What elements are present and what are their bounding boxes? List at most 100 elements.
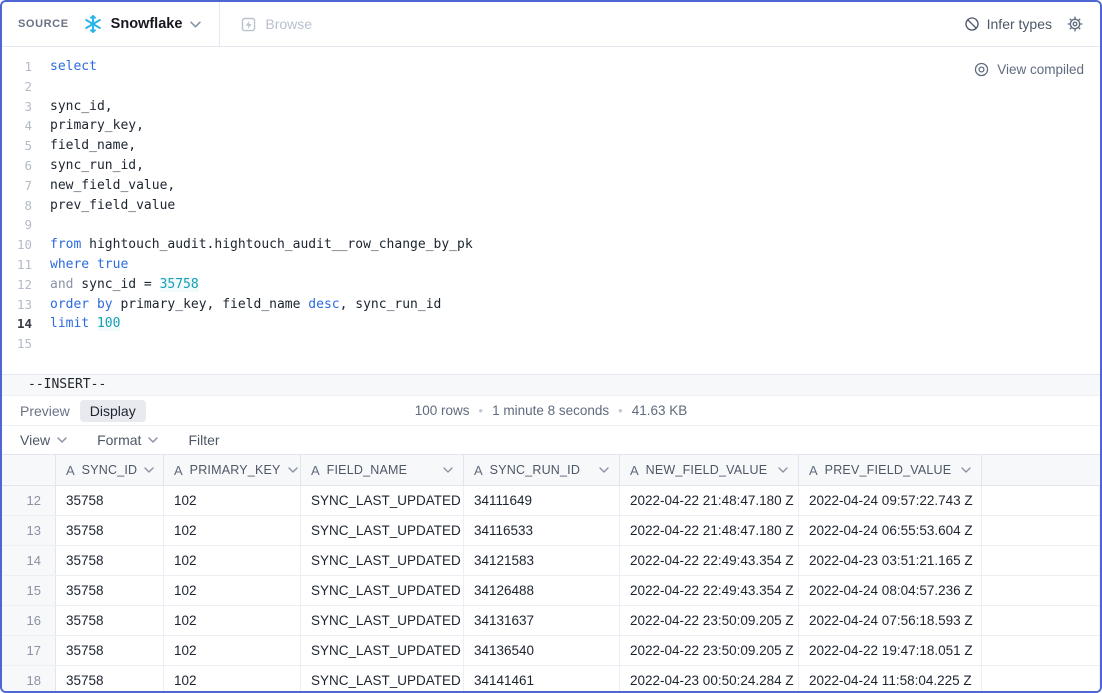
cell[interactable]: 34141461 [464,666,620,691]
cell[interactable]: 2022-04-24 07:56:18.593 Z [799,606,982,635]
filter-button[interactable]: Filter [188,432,219,448]
cell[interactable]: 35758 [56,636,164,665]
cell[interactable]: 2022-04-22 21:48:47.180 Z [620,516,799,545]
column-header-prev_field_value[interactable]: APREV_FIELD_VALUE [799,455,982,485]
cell[interactable]: SYNC_LAST_UPDATED [301,606,464,635]
column-header-sync_run_id[interactable]: ASYNC_RUN_ID [464,455,620,485]
cell[interactable]: 102 [164,486,301,515]
cell[interactable]: SYNC_LAST_UPDATED [301,636,464,665]
cell[interactable]: 2022-04-24 09:57:22.743 Z [799,486,982,515]
row-filler [982,486,1100,515]
table-row: 1235758102SYNC_LAST_UPDATED341116492022-… [2,486,1100,516]
cell[interactable]: 34111649 [464,486,620,515]
cell[interactable]: 35758 [56,606,164,635]
column-label: PRIMARY_KEY [190,463,281,477]
cell[interactable]: SYNC_LAST_UPDATED [301,576,464,605]
code-line[interactable]: 9 [2,215,1100,235]
cell[interactable]: 2022-04-22 19:47:18.051 Z [799,636,982,665]
column-header-new_field_value[interactable]: ANEW_FIELD_VALUE [620,455,799,485]
code-line[interactable]: 15 [2,334,1100,354]
chevron-down-icon[interactable] [778,467,788,473]
code-line[interactable]: 13order by primary_key, field_name desc,… [2,295,1100,315]
code-line[interactable]: 4primary_key, [2,116,1100,136]
code-line[interactable]: 8prev_field_value [2,196,1100,216]
cell[interactable]: 2022-04-22 22:49:43.354 Z [620,546,799,575]
cell[interactable]: 102 [164,606,301,635]
source-selector[interactable]: Snowflake [79,8,206,40]
cell[interactable]: 2022-04-22 23:50:09.205 Z [620,636,799,665]
cell[interactable]: 35758 [56,666,164,691]
cell[interactable]: 2022-04-23 00:50:24.284 Z [620,666,799,691]
code-line[interactable]: 6sync_run_id, [2,156,1100,176]
column-header-field_name[interactable]: AFIELD_NAME [301,455,464,485]
cell[interactable]: 35758 [56,546,164,575]
column-header-primary_key[interactable]: APRIMARY_KEY [164,455,301,485]
cell[interactable]: 2022-04-24 06:55:53.604 Z [799,516,982,545]
cell[interactable]: SYNC_LAST_UPDATED [301,516,464,545]
row-filler [982,576,1100,605]
cell[interactable]: SYNC_LAST_UPDATED [301,486,464,515]
chevron-down-icon [57,437,67,443]
dot-separator: • [479,403,484,418]
view-dropdown[interactable]: View [20,432,67,448]
code-line[interactable]: 12and sync_id = 35758 [2,275,1100,295]
cell[interactable]: 2022-04-24 11:58:04.225 Z [799,666,982,691]
cell[interactable]: 34121583 [464,546,620,575]
code-line[interactable]: 11where true [2,255,1100,275]
chevron-down-icon[interactable] [961,467,971,473]
browse-label: Browse [265,16,312,32]
cell[interactable]: 2022-04-22 23:50:09.205 Z [620,606,799,635]
source-label: SOURCE [18,18,69,30]
line-number: 2 [2,77,32,97]
chevron-down-icon[interactable] [144,467,154,473]
chevron-down-icon[interactable] [599,467,609,473]
header-corner-cell [2,455,56,485]
code-line[interactable]: 10from hightouch_audit.hightouch_audit__… [2,235,1100,255]
cell[interactable]: 35758 [56,576,164,605]
cell[interactable]: 34116533 [464,516,620,545]
cell[interactable]: 2022-04-22 21:48:47.180 Z [620,486,799,515]
cell[interactable]: 102 [164,516,301,545]
infer-types-button[interactable]: Infer types [964,16,1052,32]
chevron-down-icon[interactable] [288,467,298,473]
query-stats: 100 rows • 1 minute 8 seconds • 41.63 KB [415,403,688,418]
gear-icon[interactable] [1066,15,1084,33]
cell[interactable]: 34131637 [464,606,620,635]
view-compiled-button[interactable]: View compiled [973,61,1084,78]
cell[interactable]: 34136540 [464,636,620,665]
cell[interactable]: SYNC_LAST_UPDATED [301,546,464,575]
chevron-down-icon[interactable] [443,467,453,473]
cell[interactable]: 102 [164,546,301,575]
code-line[interactable]: 7new_field_value, [2,176,1100,196]
cell[interactable]: 2022-04-24 08:04:57.236 Z [799,576,982,605]
cell[interactable]: 2022-04-22 22:49:43.354 Z [620,576,799,605]
code-line[interactable]: 2 [2,77,1100,97]
format-dropdown[interactable]: Format [97,432,158,448]
row-filler [982,516,1100,545]
tab-preview[interactable]: Preview [20,400,70,422]
cell[interactable]: 102 [164,576,301,605]
cell[interactable]: 35758 [56,516,164,545]
line-number: 1 [2,57,32,77]
vim-mode-bar: --INSERT-- [2,374,1100,396]
cell[interactable]: 102 [164,666,301,691]
tab-display[interactable]: Display [80,400,146,422]
eye-icon [973,61,990,78]
cell[interactable]: 34126488 [464,576,620,605]
vim-mode-text: --INSERT-- [28,377,106,392]
cell[interactable]: 35758 [56,486,164,515]
cell[interactable]: SYNC_LAST_UPDATED [301,666,464,691]
column-label: SYNC_ID [82,463,138,477]
sql-editor[interactable]: 1select23sync_id,4primary_key,5field_nam… [2,47,1100,374]
row-number: 18 [2,666,56,691]
cell[interactable]: 102 [164,636,301,665]
table-row: 1535758102SYNC_LAST_UPDATED341264882022-… [2,576,1100,606]
code-line[interactable]: 3sync_id, [2,97,1100,117]
code-line[interactable]: 14limit 100 [2,314,1100,334]
code-line[interactable]: 1select [2,57,1100,77]
code-line[interactable]: 5field_name, [2,136,1100,156]
view-compiled-label: View compiled [997,62,1084,77]
cell[interactable]: 2022-04-23 03:51:21.165 Z [799,546,982,575]
browse-button[interactable]: Browse [240,16,312,33]
column-header-sync_id[interactable]: ASYNC_ID [56,455,164,485]
